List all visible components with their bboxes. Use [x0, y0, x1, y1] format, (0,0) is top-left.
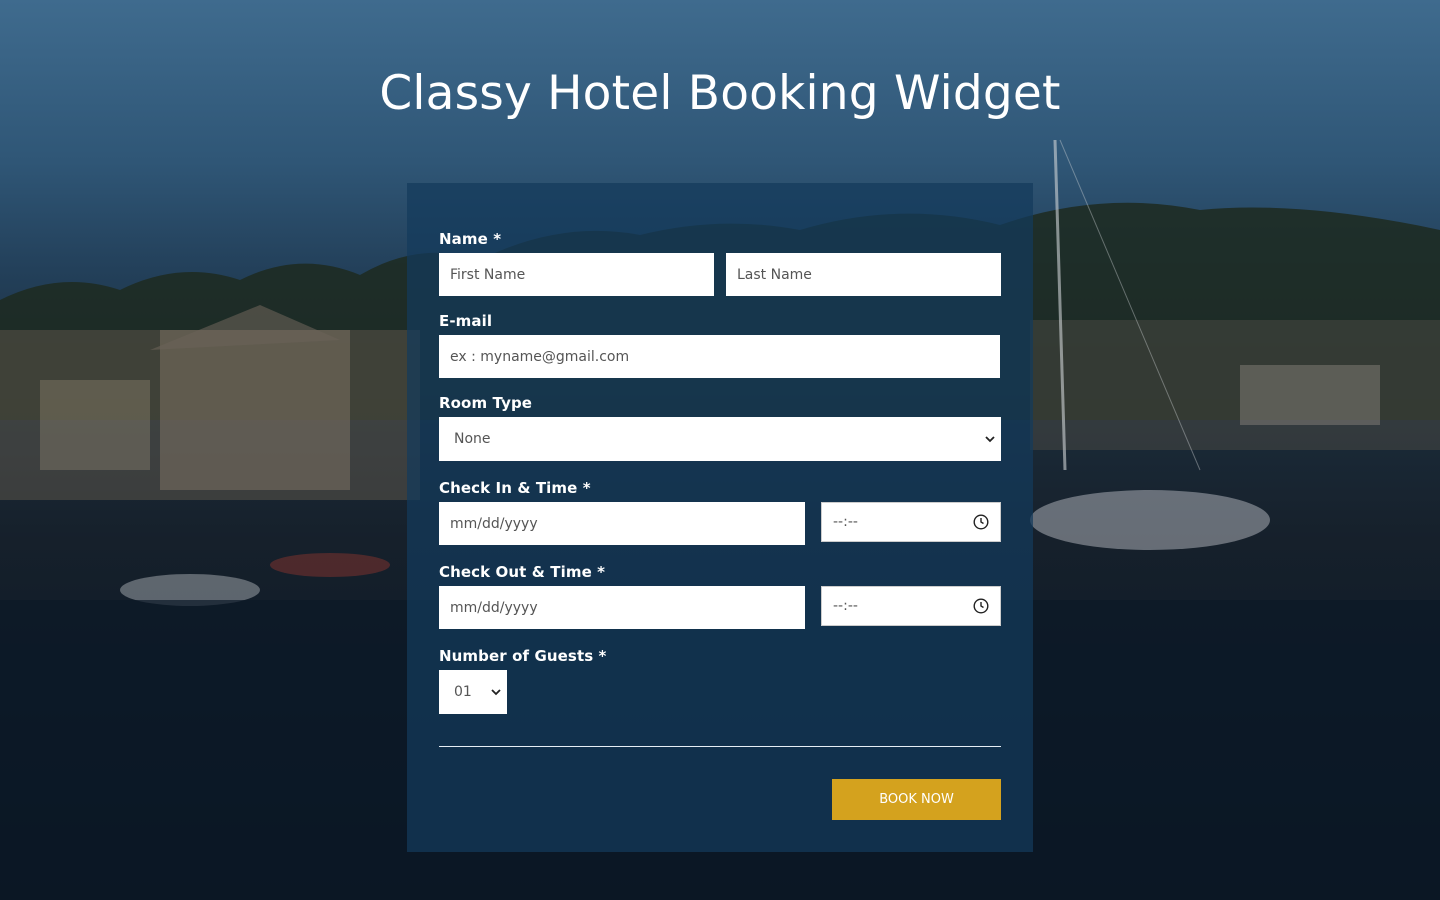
email-placeholder: ex : myname@gmail.com — [450, 348, 630, 365]
checkout-date-placeholder: mm/dd/yyyy — [450, 599, 538, 616]
checkout-time-input[interactable]: --:-- — [821, 586, 1001, 626]
checkout-date-input[interactable]: mm/dd/yyyy — [439, 586, 805, 629]
clock-icon[interactable] — [973, 598, 989, 614]
checkin-time-placeholder: --:-- — [833, 514, 858, 530]
guests-label: Number of Guests * — [439, 647, 607, 665]
chevron-down-icon — [491, 689, 501, 696]
email-input[interactable]: ex : myname@gmail.com — [439, 335, 1000, 378]
checkout-label: Check Out & Time * — [439, 563, 606, 581]
book-now-button[interactable]: BOOK NOW — [832, 779, 1001, 820]
last-name-input[interactable]: Last Name — [726, 253, 1001, 296]
checkout-time-placeholder: --:-- — [833, 598, 858, 614]
email-label: E-mail — [439, 312, 493, 330]
first-name-placeholder: First Name — [450, 266, 526, 283]
room-type-label: Room Type — [439, 394, 533, 412]
chevron-down-icon — [985, 436, 995, 443]
guests-value: 01 — [454, 684, 472, 700]
checkin-label: Check In & Time * — [439, 479, 591, 497]
page-title: Classy Hotel Booking Widget — [379, 66, 1061, 121]
guests-select[interactable]: 01 — [439, 670, 507, 714]
clock-icon[interactable] — [973, 514, 989, 530]
booking-form-card: Name * First Name Last Name E-mail ex : … — [407, 183, 1033, 852]
checkin-date-input[interactable]: mm/dd/yyyy — [439, 502, 805, 545]
name-label: Name * — [439, 230, 502, 248]
room-type-select[interactable]: None — [439, 417, 1001, 461]
first-name-input[interactable]: First Name — [439, 253, 714, 296]
room-type-value: None — [454, 431, 491, 447]
checkin-time-input[interactable]: --:-- — [821, 502, 1001, 542]
checkin-date-placeholder: mm/dd/yyyy — [450, 515, 538, 532]
last-name-placeholder: Last Name — [737, 266, 812, 283]
form-divider — [439, 746, 1001, 747]
